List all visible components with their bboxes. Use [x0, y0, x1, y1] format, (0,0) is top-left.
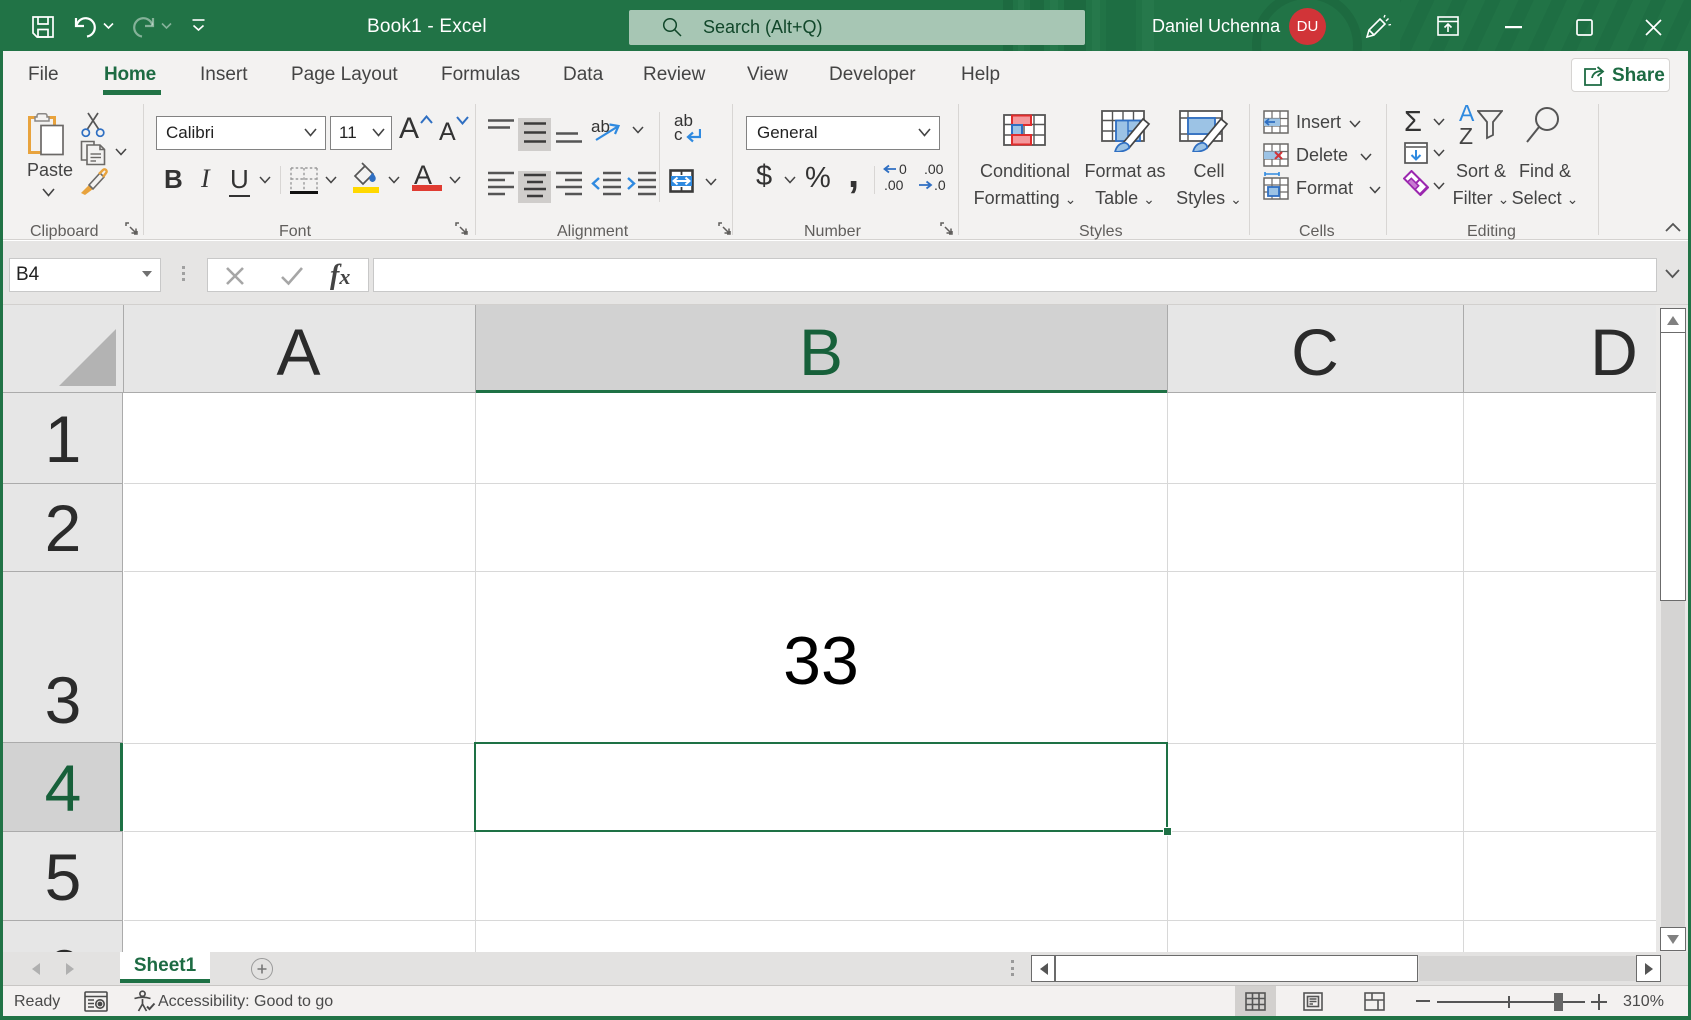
- svg-text:.00: .00: [884, 177, 904, 192]
- svg-text:.0: .0: [934, 177, 946, 192]
- svg-text:0: 0: [899, 162, 907, 177]
- svg-text:.00: .00: [924, 162, 944, 177]
